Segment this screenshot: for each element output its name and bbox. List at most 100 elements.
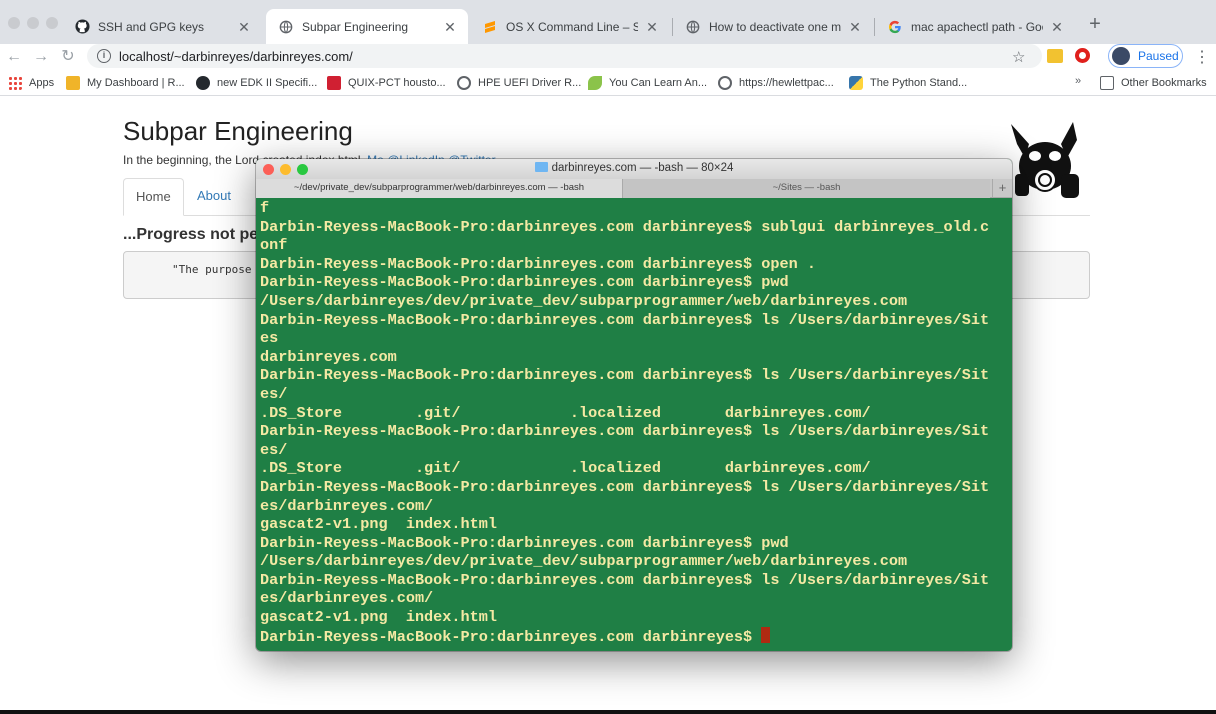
bookmark-item[interactable]: The Python Stand...: [849, 75, 967, 91]
terminal-line: es/darbinreyes.com/: [260, 589, 434, 608]
site-info-icon[interactable]: i: [97, 49, 111, 63]
globe-icon: [718, 76, 732, 90]
terminal-line: /Users/darbinreyes/dev/private_dev/subpa…: [260, 291, 908, 310]
bookmark-item[interactable]: new EDK II Specifi...: [196, 75, 317, 91]
terminal-tab[interactable]: ~/Sites — -bash: [623, 179, 990, 198]
github-icon: [74, 19, 90, 35]
terminal-line: es/darbinreyes.com/: [260, 496, 434, 515]
tab-label: mac apachectl path - Google S: [911, 19, 1043, 34]
window-close-button[interactable]: [8, 17, 20, 29]
terminal-line: es/: [260, 384, 288, 403]
opera-extension-icon[interactable]: [1075, 48, 1090, 63]
url-text: localhost/~darbinreyes/darbinreyes.com/: [119, 48, 353, 64]
tab-close-icon[interactable]: ✕: [847, 19, 863, 35]
extension-icon[interactable]: [1047, 49, 1063, 63]
window-zoom-button[interactable]: [46, 17, 58, 29]
menu-kebab-icon[interactable]: ⋮: [1194, 47, 1210, 67]
bookmark-item[interactable]: HPE UEFI Driver R...: [457, 75, 581, 91]
terminal-line: es: [260, 329, 279, 348]
tab-label: Subpar Engineering: [302, 19, 409, 34]
terminal-line: Darbin-Reyess-MacBook-Pro:darbinreyes.co…: [260, 273, 789, 292]
bookmark-star-icon[interactable]: ☆: [1012, 48, 1025, 66]
gas-mask-cat-logo: [1011, 122, 1079, 198]
window-controls: [8, 17, 58, 29]
more-bookmarks-chevron-icon[interactable]: »: [1075, 75, 1081, 87]
terminal-title: darbinreyes.com — -bash — 80×24: [256, 162, 1012, 174]
page-title: Subpar Engineering: [123, 116, 353, 146]
terminal-window[interactable]: darbinreyes.com — -bash — 80×24 ~/dev/pr…: [256, 159, 1012, 651]
tab-home[interactable]: Home: [123, 178, 184, 216]
terminal-line: Darbin-Reyess-MacBook-Pro:darbinreyes.co…: [260, 533, 789, 552]
reload-button[interactable]: ↻: [58, 47, 78, 67]
google-icon: [887, 19, 903, 35]
bookmark-item[interactable]: QUIX-PCT housto...: [327, 75, 446, 91]
dock-edge: [0, 710, 1216, 714]
terminal-line: gascat2-v1.png index.html: [260, 515, 497, 534]
address-bar[interactable]: i localhost/~darbinreyes/darbinreyes.com…: [87, 44, 1042, 68]
back-button[interactable]: ←: [4, 47, 24, 67]
folder-icon: [1100, 76, 1114, 90]
terminal-prompt-line[interactable]: Darbin-Reyess-MacBook-Pro:darbinreyes.co…: [260, 626, 1010, 646]
github-icon: [196, 76, 210, 90]
window-minimize-button[interactable]: [27, 17, 39, 29]
terminal-cursor: [761, 626, 771, 643]
terminal-line: Darbin-Reyess-MacBook-Pro:darbinreyes.co…: [260, 310, 990, 329]
terminal-line: Darbin-Reyess-MacBook-Pro:darbinreyes.co…: [260, 254, 816, 273]
terminal-line: Darbin-Reyess-MacBook-Pro:darbinreyes.co…: [260, 366, 990, 385]
browser-toolbar: ← → ↻ i localhost/~darbinreyes/darbinrey…: [0, 44, 1216, 70]
terminal-tab-bar: ~/dev/private_dev/subparprogrammer/web/d…: [256, 179, 1012, 198]
terminal-line: onf: [260, 236, 288, 255]
avatar: [1112, 47, 1130, 65]
other-bookmarks[interactable]: Other Bookmarks: [1100, 75, 1207, 91]
profile-status: Paused: [1138, 49, 1179, 63]
bookmark-apps[interactable]: Apps: [8, 75, 54, 91]
terminal-line: Darbin-Reyess-MacBook-Pro:darbinreyes.co…: [260, 422, 990, 441]
folder-icon: [66, 76, 80, 90]
browser-tab[interactable]: How to deactivate one macpor ✕: [673, 9, 873, 44]
folder-icon: [534, 162, 548, 172]
bookmarks-bar: Apps My Dashboard | R... new EDK II Spec…: [0, 70, 1216, 96]
python-icon: [849, 76, 863, 90]
terminal-line: .DS_Store .git/ .localized darbinreyes.c…: [260, 403, 871, 422]
leaf-icon: [588, 76, 602, 90]
tab-close-icon[interactable]: ✕: [442, 19, 458, 35]
terminal-line: Darbin-Reyess-MacBook-Pro:darbinreyes.co…: [260, 570, 990, 589]
terminal-line: darbinreyes.com: [260, 347, 397, 366]
forward-button[interactable]: →: [31, 47, 51, 67]
terminal-line: .DS_Store .git/ .localized darbinreyes.c…: [260, 459, 871, 478]
terminal-new-tab-button[interactable]: +: [992, 179, 1012, 198]
terminal-output[interactable]: f Darbin-Reyess-MacBook-Pro:darbinreyes.c…: [260, 199, 1010, 649]
tab-label: How to deactivate one macpor: [709, 19, 841, 34]
terminal-line: es/: [260, 440, 288, 459]
terminal-line: gascat2-v1.png index.html: [260, 608, 497, 627]
p-bookmark-icon: [327, 76, 341, 90]
terminal-tab-active[interactable]: ~/dev/private_dev/subparprogrammer/web/d…: [256, 179, 623, 198]
terminal-line: /Users/darbinreyes/dev/private_dev/subpa…: [260, 552, 908, 571]
globe-icon: [278, 19, 294, 35]
globe-icon: [457, 76, 471, 90]
browser-tab-active[interactable]: Subpar Engineering ✕: [266, 9, 468, 44]
terminal-line: Darbin-Reyess-MacBook-Pro:darbinreyes.co…: [260, 217, 990, 236]
bookmark-item[interactable]: My Dashboard | R...: [66, 75, 185, 91]
tab-about[interactable]: About: [185, 178, 243, 216]
terminal-line: Darbin-Reyess-MacBook-Pro:darbinreyes.co…: [260, 477, 990, 496]
tab-close-icon[interactable]: ✕: [236, 19, 252, 35]
browser-tab[interactable]: mac apachectl path - Google S ✕: [875, 9, 1075, 44]
browser-tab[interactable]: SSH and GPG keys ✕: [62, 9, 262, 44]
apps-grid-icon: [8, 76, 22, 90]
terminal-prompt: Darbin-Reyess-MacBook-Pro:darbinreyes.co…: [260, 627, 762, 646]
tab-label: OS X Command Line – Sublime: [506, 19, 638, 34]
terminal-line: f: [260, 199, 270, 217]
screen: SSH and GPG keys ✕ Subpar Engineering ✕ …: [0, 0, 1216, 714]
new-tab-button[interactable]: +: [1086, 14, 1104, 34]
browser-tab[interactable]: OS X Command Line – Sublime ✕: [470, 9, 670, 44]
profile-button[interactable]: Paused: [1108, 44, 1183, 68]
tab-close-icon[interactable]: ✕: [1049, 19, 1065, 35]
terminal-titlebar[interactable]: darbinreyes.com — -bash — 80×24: [256, 159, 1012, 179]
tab-label: SSH and GPG keys: [98, 19, 205, 34]
tab-close-icon[interactable]: ✕: [644, 19, 660, 35]
bookmark-item[interactable]: You Can Learn An...: [588, 75, 707, 91]
globe-icon: [685, 19, 701, 35]
bookmark-item[interactable]: https://hewlettpac...: [718, 75, 834, 91]
browser-tab-strip: SSH and GPG keys ✕ Subpar Engineering ✕ …: [0, 0, 1216, 44]
